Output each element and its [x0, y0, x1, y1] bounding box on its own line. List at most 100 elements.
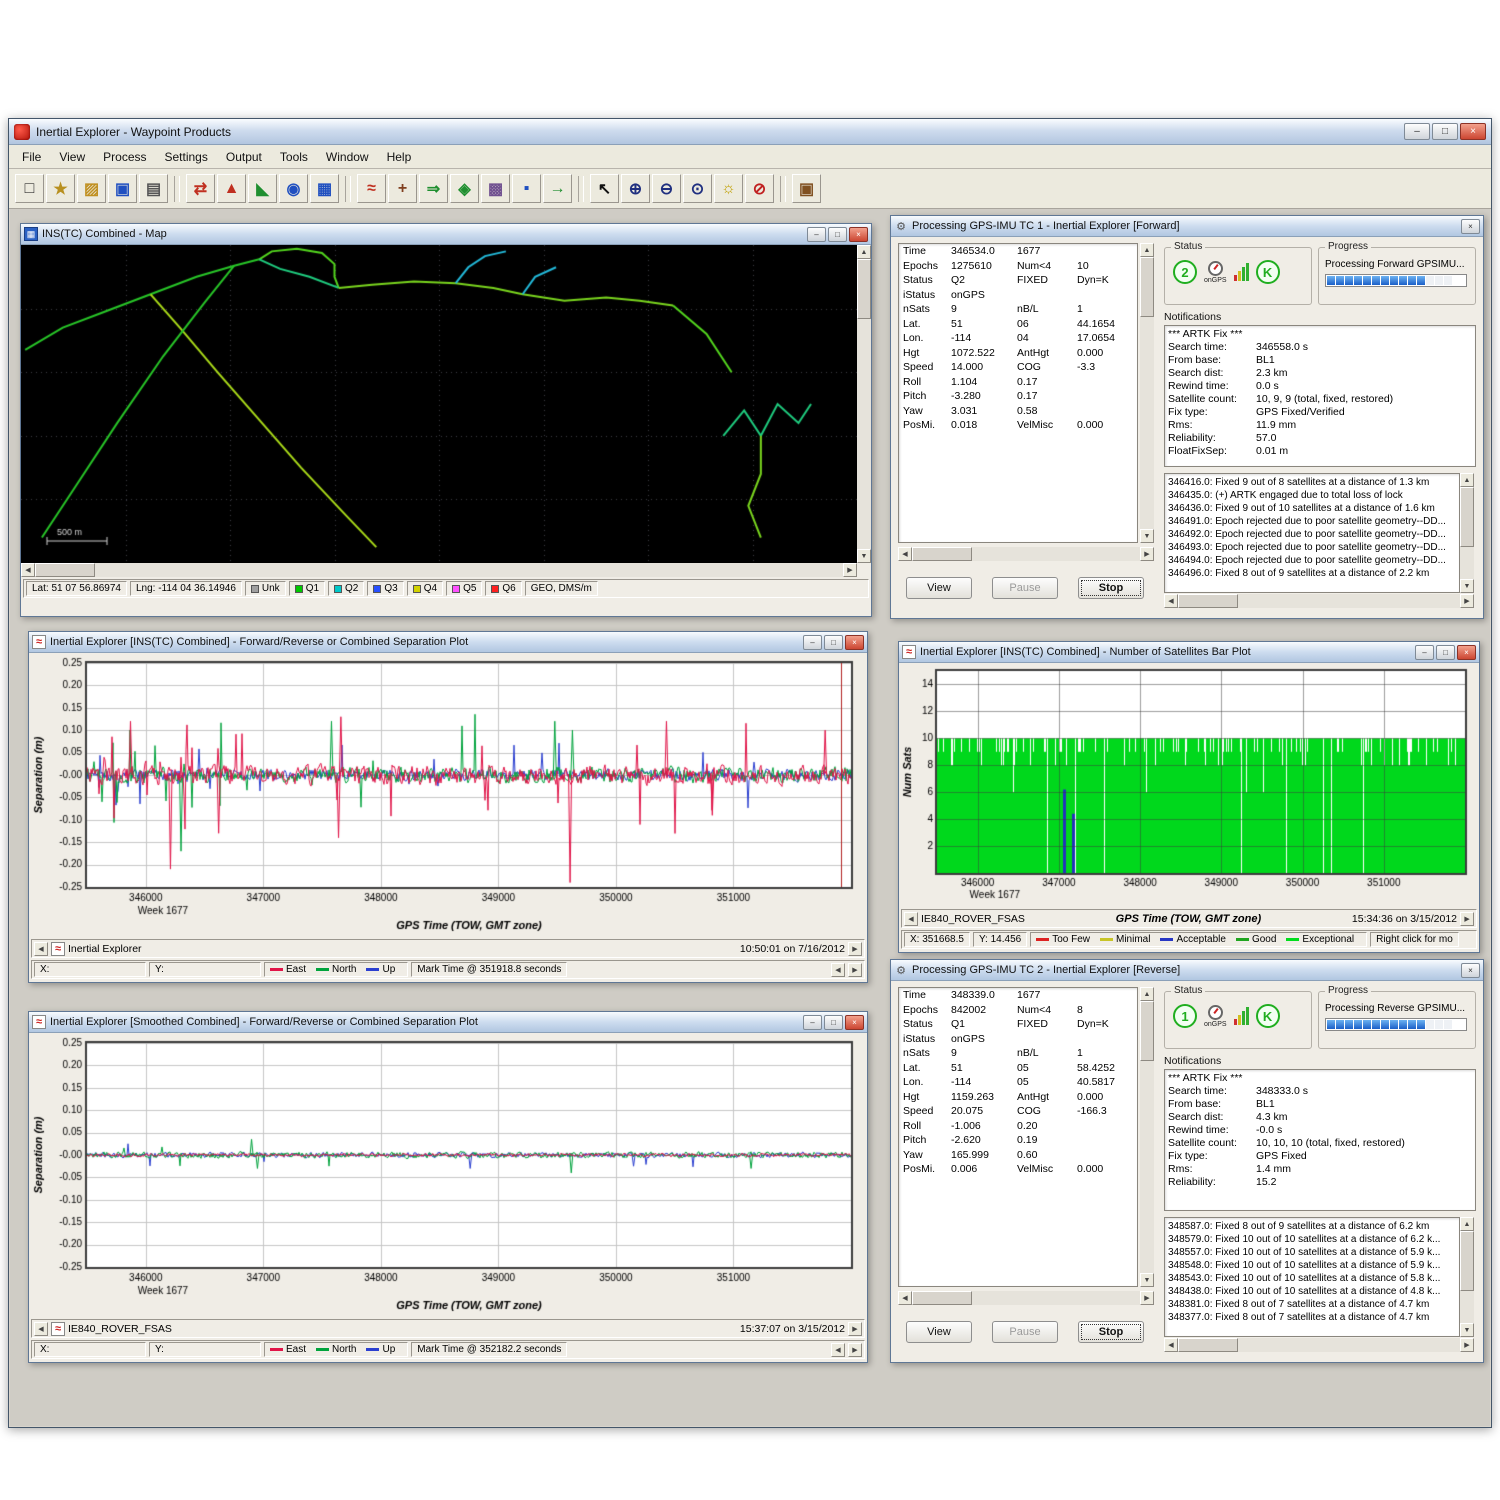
open-project-icon[interactable]: ▨	[77, 174, 106, 203]
telemetry-vertical-scrollbar[interactable]: ▲▼	[1140, 243, 1154, 543]
scroll-up-button[interactable]: ▲	[1460, 1217, 1474, 1231]
zoom-in-icon[interactable]: ⊕	[621, 174, 650, 203]
feature-editor-icon[interactable]: +	[388, 174, 417, 203]
scroll-left-button[interactable]: ◀	[831, 1343, 845, 1357]
log-list[interactable]: 346416.0: Fixed 9 out of 8 satellites at…	[1164, 473, 1460, 593]
scrollbar-thumb[interactable]	[35, 563, 95, 577]
maximize-button[interactable]: □	[824, 1015, 843, 1030]
scrollbar-track[interactable]	[95, 563, 843, 577]
select-cursor-icon[interactable]: ↖	[590, 174, 619, 203]
menu-window[interactable]: Window	[317, 147, 378, 167]
window-new-icon[interactable]: ▣	[792, 174, 821, 203]
minimize-button[interactable]: –	[803, 635, 822, 650]
log-list[interactable]: 348587.0: Fixed 8 out of 9 satellites at…	[1164, 1217, 1460, 1337]
close-button[interactable]: ×	[845, 635, 864, 650]
log-horizontal-scrollbar[interactable]: ◀▶	[1164, 1338, 1474, 1352]
close-button[interactable]: ×	[1457, 645, 1476, 660]
close-button[interactable]: ×	[845, 1015, 864, 1030]
map-window-titlebar[interactable]: ▦ INS(TC) Combined - Map – □ ×	[21, 224, 871, 245]
datum-lamp-icon[interactable]: ☼	[714, 174, 743, 203]
scrollbar-thumb[interactable]	[1460, 1231, 1474, 1291]
maximize-button[interactable]: □	[1432, 123, 1458, 140]
stop-processing-icon[interactable]: ⊘	[745, 174, 774, 203]
scrollbar-thumb[interactable]	[1460, 487, 1474, 547]
log-vertical-scrollbar[interactable]: ▲▼	[1460, 473, 1474, 593]
scrollbar-track[interactable]	[1238, 1338, 1460, 1352]
smoothed-separation-titlebar[interactable]: ≈ Inertial Explorer [Smoothed Combined] …	[29, 1012, 867, 1033]
maximize-button[interactable]: □	[1436, 645, 1455, 660]
minimize-button[interactable]: –	[1404, 123, 1430, 140]
scrollbar-thumb[interactable]	[1178, 594, 1238, 608]
maximize-button[interactable]: □	[824, 635, 843, 650]
log-horizontal-scrollbar[interactable]: ◀▶	[1164, 594, 1474, 608]
menu-view[interactable]: View	[50, 147, 94, 167]
scroll-up-button[interactable]: ▲	[1460, 473, 1474, 487]
scroll-right-button[interactable]: ▶	[1140, 1291, 1154, 1305]
process-tc-icon[interactable]: ◣	[248, 174, 277, 203]
view-button[interactable]: View	[906, 1321, 972, 1343]
scroll-right-button[interactable]: ▶	[848, 1322, 862, 1336]
scrollbar-track[interactable]	[1460, 1291, 1474, 1323]
scroll-left-button[interactable]: ◀	[831, 963, 845, 977]
scroll-left-button[interactable]: ◀	[1164, 594, 1178, 608]
view-raw-data-icon[interactable]: ◉	[279, 174, 308, 203]
scrollbar-thumb[interactable]	[857, 259, 871, 319]
maximize-button[interactable]: □	[828, 227, 847, 242]
menu-file[interactable]: File	[13, 147, 50, 167]
export-wizard-icon[interactable]: ⇒	[419, 174, 448, 203]
scrollbar-track[interactable]	[857, 319, 871, 549]
telemetry-horizontal-scrollbar[interactable]: ◀▶	[898, 1291, 1154, 1305]
scrollbar-track[interactable]	[1238, 594, 1460, 608]
scroll-right-button[interactable]: ▶	[1460, 594, 1474, 608]
plot-results-icon[interactable]: ≈	[357, 174, 386, 203]
minimize-button[interactable]: –	[803, 1015, 822, 1030]
log-vertical-scrollbar[interactable]: ▲▼	[1460, 1217, 1474, 1337]
print-icon[interactable]: ▤	[139, 174, 168, 203]
scrollbar-thumb[interactable]	[912, 547, 972, 561]
map-window-icon[interactable]: ◈	[450, 174, 479, 203]
scrollbar-track[interactable]	[972, 547, 1140, 561]
menu-settings[interactable]: Settings	[156, 147, 217, 167]
minimize-button[interactable]: –	[1415, 645, 1434, 660]
scrollbar-thumb[interactable]	[1178, 1338, 1238, 1352]
scroll-left-button[interactable]: ◀	[34, 1322, 48, 1336]
scroll-left-button[interactable]: ◀	[898, 1291, 912, 1305]
separation-plot-titlebar[interactable]: ≈ Inertial Explorer [INS(TC) Combined] -…	[29, 632, 867, 653]
convert-raw-gnss-icon[interactable]: ⇄	[186, 174, 215, 203]
scroll-right-button[interactable]: ▶	[1460, 1338, 1474, 1352]
scroll-left-button[interactable]: ◀	[898, 547, 912, 561]
close-button[interactable]: ×	[1460, 123, 1486, 140]
scroll-right-button[interactable]: ▶	[843, 563, 857, 577]
export-data-icon[interactable]: →	[543, 174, 572, 203]
scrollbar-track[interactable]	[1460, 547, 1474, 579]
close-button[interactable]: ×	[849, 227, 868, 242]
scroll-down-button[interactable]: ▼	[1140, 529, 1154, 543]
app-titlebar[interactable]: Inertial Explorer - Waypoint Products – …	[9, 119, 1491, 145]
satellites-plot-titlebar[interactable]: ≈ Inertial Explorer [INS(TC) Combined] -…	[899, 642, 1479, 663]
telemetry-vertical-scrollbar[interactable]: ▲▼	[1140, 987, 1154, 1287]
scroll-right-button[interactable]: ▶	[1140, 547, 1154, 561]
scroll-up-button[interactable]: ▲	[857, 245, 871, 259]
close-button[interactable]: ×	[1461, 219, 1480, 234]
scroll-up-button[interactable]: ▲	[1140, 243, 1154, 257]
menu-output[interactable]: Output	[217, 147, 271, 167]
scroll-up-button[interactable]: ▲	[1140, 987, 1154, 1001]
menu-help[interactable]: Help	[378, 147, 421, 167]
new-project-wizard-icon[interactable]: ★	[46, 174, 75, 203]
processing-forward-titlebar[interactable]: ⚙ Processing GPS-IMU TC 1 - Inertial Exp…	[891, 216, 1483, 237]
save-project-icon[interactable]: ▣	[108, 174, 137, 203]
scroll-left-button[interactable]: ◀	[21, 563, 35, 577]
scroll-down-button[interactable]: ▼	[1460, 579, 1474, 593]
scroll-down-button[interactable]: ▼	[1460, 1323, 1474, 1337]
map-canvas[interactable]	[21, 245, 857, 563]
scroll-left-button[interactable]: ◀	[904, 912, 918, 926]
scroll-left-button[interactable]: ◀	[34, 942, 48, 956]
scroll-right-button[interactable]: ▶	[848, 1343, 862, 1357]
scroll-right-button[interactable]: ▶	[848, 942, 862, 956]
separation-plot-canvas[interactable]	[31, 653, 865, 937]
stop-button[interactable]: Stop	[1078, 1321, 1144, 1343]
process-gnss-icon[interactable]: ▲	[217, 174, 246, 203]
map-horizontal-scrollbar[interactable]: ◀▶	[21, 563, 857, 577]
scrollbar-thumb[interactable]	[912, 1291, 972, 1305]
save-results-icon[interactable]: ▪	[512, 174, 541, 203]
